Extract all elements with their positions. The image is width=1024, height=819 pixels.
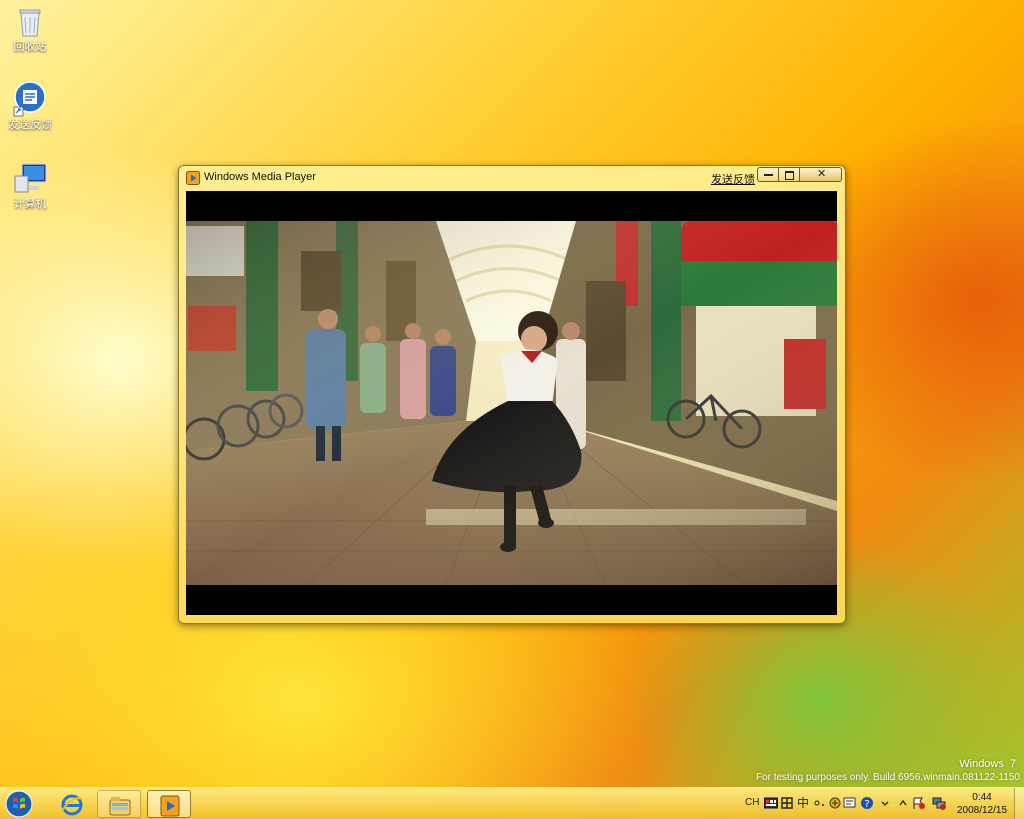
build-text: For testing purposes only. Build 6956.wi…: [755, 772, 1020, 783]
media-player-icon: [186, 171, 200, 185]
desktop-icon-label: 回收站: [13, 41, 47, 53]
close-icon: ✕: [817, 168, 827, 180]
window-title: Windows Media Player: [204, 171, 316, 183]
svg-text:?: ?: [864, 799, 869, 810]
send-feedback-link[interactable]: 发送反馈: [711, 171, 755, 187]
maximize-icon: [785, 171, 794, 180]
window-titlebar[interactable]: Windows Media Player 发送反馈 ✕: [179, 166, 845, 190]
desktop-icon-label: 计算机: [13, 198, 47, 210]
build-watermark: Windows 7 For testing purposes only. Buil…: [756, 757, 1020, 785]
taskbar: CH 中 ? 0:44 2008/12/15: [0, 787, 1024, 819]
maximize-button[interactable]: [779, 167, 800, 182]
taskbar-internet-explorer[interactable]: [50, 790, 94, 818]
show-hidden-icons-icon[interactable]: [896, 796, 910, 810]
internet-explorer-icon: [61, 794, 83, 816]
minimize-button[interactable]: [757, 167, 779, 182]
start-button[interactable]: [4, 789, 34, 819]
desktop-icon-feedback[interactable]: 发送反馈: [0, 81, 60, 132]
computer-icon: [14, 163, 47, 193]
os-name: Windows: [959, 758, 1004, 770]
taskbar-media-player[interactable]: [147, 790, 191, 818]
video-frame: [186, 221, 837, 585]
help-icon[interactable]: ?: [860, 796, 874, 810]
clock-date: 2008/12/15: [956, 805, 1008, 816]
clock-time: 0:44: [972, 792, 992, 803]
os-watermark: Windows 7: [756, 757, 1020, 771]
keyboard-icon[interactable]: [764, 796, 778, 810]
desktop-icon-label: 发送反馈: [8, 119, 52, 131]
os-version: 7: [1009, 758, 1016, 770]
desktop-icon-recycle-bin[interactable]: 回收站: [0, 3, 60, 54]
ime-mode-label[interactable]: 中: [797, 794, 809, 811]
grid-icon[interactable]: [780, 796, 794, 810]
feedback-icon: [13, 81, 46, 117]
media-player-window[interactable]: Windows Media Player 发送反馈 ✕: [178, 165, 846, 624]
action-center-flag-icon[interactable]: [912, 796, 926, 810]
close-button[interactable]: ✕: [800, 167, 842, 182]
ime-settings-icon[interactable]: [828, 796, 842, 810]
taskbar-windows-explorer[interactable]: [97, 790, 141, 818]
system-clock[interactable]: 0:44 2008/12/15: [952, 791, 1012, 817]
chevron-down-icon[interactable]: [878, 796, 892, 810]
show-desktop-button[interactable]: [1014, 788, 1024, 819]
punctuation-icon[interactable]: [812, 796, 826, 810]
video-display-area[interactable]: [186, 191, 837, 615]
minimize-icon: [764, 174, 773, 176]
input-tool-icon[interactable]: [843, 796, 857, 810]
media-player-icon: [160, 795, 180, 817]
network-icon[interactable]: [932, 796, 946, 810]
system-tray: CH 中 ? 0:44 2008/12/15: [742, 788, 1024, 819]
recycle-bin-icon: [19, 9, 41, 37]
windows-explorer-icon: [109, 797, 131, 816]
language-indicator[interactable]: CH: [745, 797, 759, 808]
desktop-icon-computer[interactable]: 计算机: [0, 160, 60, 211]
